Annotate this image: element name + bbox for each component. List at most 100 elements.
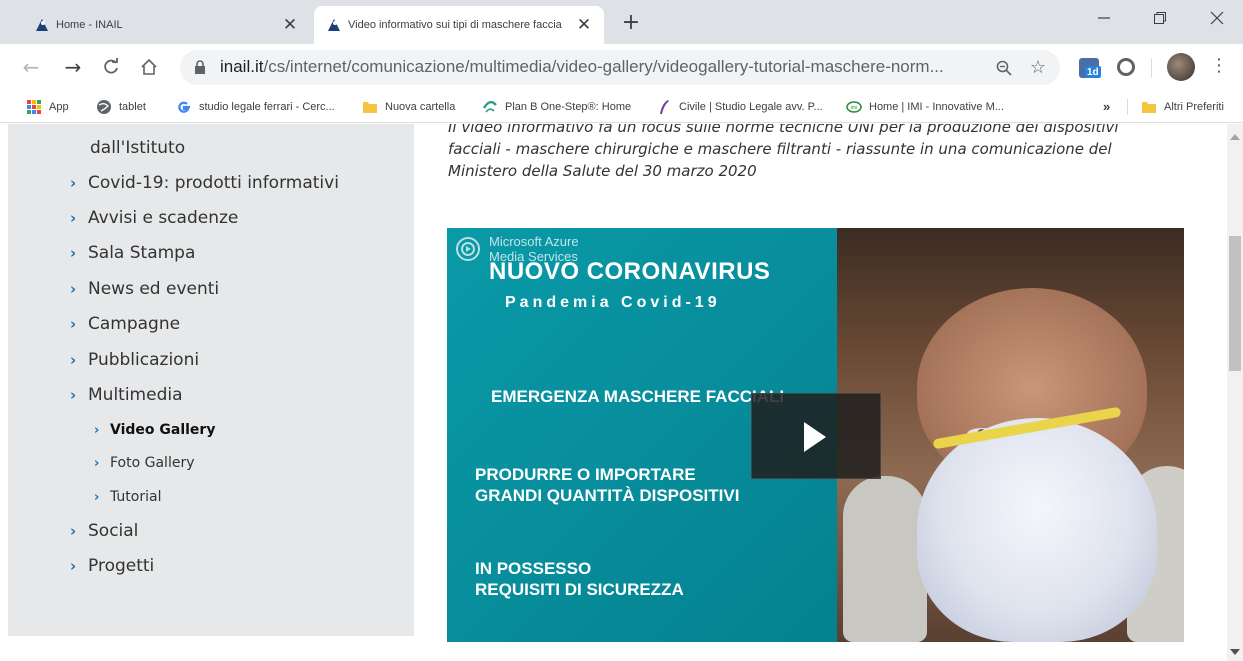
home-button[interactable] (136, 54, 162, 80)
maximize-button[interactable] (1148, 10, 1172, 32)
chevron-right-icon: › (94, 489, 100, 505)
inail-favicon-icon (328, 19, 340, 31)
bookmark-imi[interactable]: imi Home | IMI - Innovative M... (846, 99, 1004, 115)
sidebar-item-social[interactable]: › Social (70, 521, 138, 541)
video-line-produrre-a: PRODURRE O IMPORTARE (475, 465, 696, 484)
bookmark-label: Altri Preferiti (1164, 101, 1224, 113)
sidebar-item-label: Social (88, 521, 139, 541)
sidebar-item-label: Video Gallery (110, 422, 216, 438)
sidebar-subitem-foto-gallery[interactable]: › Foto Gallery (94, 455, 195, 471)
video-line-produrre-b: GRANDI QUANTITÀ DISPOSITIVI (475, 486, 740, 505)
extension-circle-icon[interactable] (1117, 58, 1135, 76)
tab-video-informativo[interactable]: Video informativo sui tipi di maschere f… (314, 6, 604, 44)
sidebar-subitem-tutorial[interactable]: › Tutorial (94, 489, 161, 505)
quill-icon (660, 100, 669, 114)
reload-icon (104, 58, 118, 74)
bookmark-tablet[interactable]: tablet (96, 99, 146, 115)
glove-left (843, 476, 927, 642)
google-icon (178, 101, 190, 113)
tab-strip: Home - INAIL ✕ Video informativo sui tip… (0, 0, 1243, 44)
forward-button[interactable]: → (60, 54, 86, 80)
sidebar-item-label: Covid-19: prodotti informativi (88, 173, 339, 193)
restore-icon (1154, 12, 1166, 24)
minimize-button[interactable] (1092, 10, 1116, 32)
bookmark-app[interactable]: App (26, 99, 69, 115)
address-bar[interactable]: inail.it/cs/internet/comunicazione/multi… (180, 50, 1060, 85)
sidebar-item-news[interactable]: › News ed eventi (70, 279, 219, 299)
page-scrollbar[interactable] (1227, 124, 1243, 661)
sidebar-item-label: Avvisi e scadenze (88, 208, 239, 228)
chevron-right-icon: › (70, 351, 77, 369)
sidebar-item-progetti[interactable]: › Progetti (70, 556, 154, 576)
inail-favicon-icon (36, 19, 48, 31)
respirator-mask (917, 418, 1157, 642)
sidebar-item-multimedia[interactable]: › Multimedia (70, 385, 183, 405)
chevron-right-icon: › (70, 209, 77, 227)
bookmark-label: App (49, 101, 69, 113)
folder-icon (363, 102, 377, 113)
lock-icon (195, 60, 205, 74)
close-tab-icon[interactable]: ✕ (574, 15, 594, 35)
video-line-requisiti: IN POSSESSO REQUISITI DI SICUREZZA (475, 558, 684, 600)
bookmark-star-icon[interactable]: ☆ (1026, 56, 1050, 80)
bookmark-studio-legale-ferrari[interactable]: studio legale ferrari - Cerc... (176, 99, 335, 115)
sidebar-item-label: Campagne (88, 314, 181, 334)
sidebar-item-label: Multimedia (88, 385, 183, 405)
sidebar-item-pubblicazioni[interactable]: › Pubblicazioni (70, 350, 199, 370)
sidebar-item-sala-stampa[interactable]: › Sala Stampa (70, 243, 195, 263)
sidebar-item-partial[interactable]: dall'Istituto (90, 138, 185, 158)
url-path: /cs/internet/comunicazione/multimedia/vi… (263, 57, 944, 76)
video-line-requisiti-a: IN POSSESSO (475, 559, 592, 578)
zoom-icon[interactable] (992, 56, 1016, 80)
globe-icon (97, 100, 111, 114)
tab-home-inail[interactable]: Home - INAIL ✕ (22, 6, 310, 44)
profile-avatar[interactable] (1167, 53, 1195, 81)
sidebar-item-covid19[interactable]: › Covid-19: prodotti informativi (70, 173, 339, 193)
chrome-menu-button[interactable]: ⋮ (1210, 56, 1228, 78)
bookmarks-bar: App tablet studio legale ferrari - Cerc.… (0, 91, 1243, 123)
bookmark-altri-preferiti[interactable]: Altri Preferiti (1141, 99, 1224, 115)
video-player[interactable]: Microsoft Azure Media Services NUOVO COR… (447, 228, 1184, 642)
sidebar-item-label: News ed eventi (88, 279, 220, 299)
sidebar-item-avvisi[interactable]: › Avvisi e scadenze (70, 208, 238, 228)
page-viewport: dall'Istituto › Covid-19: prodotti infor… (0, 124, 1227, 661)
sidebar-nav: dall'Istituto › Covid-19: prodotti infor… (8, 124, 414, 636)
close-window-button[interactable] (1205, 10, 1229, 32)
chevron-right-icon: › (70, 386, 77, 404)
bookmark-label: tablet (119, 101, 146, 113)
chevron-right-icon: › (70, 522, 77, 540)
chevron-right-icon: › (94, 455, 100, 471)
scroll-up-arrow-icon[interactable] (1230, 134, 1240, 140)
video-subtitle: Pandemia Covid-19 (505, 294, 721, 311)
video-description: Il video informativo fa un focus sulle n… (448, 124, 1119, 180)
close-tab-icon[interactable]: ✕ (280, 15, 300, 35)
bookmark-nuova-cartella[interactable]: Nuova cartella (362, 99, 455, 115)
close-icon (1210, 11, 1224, 25)
sidebar-item-campagne[interactable]: › Campagne (70, 314, 180, 334)
bookmark-plan-b[interactable]: Plan B One-Step®: Home (482, 99, 631, 115)
apps-grid-icon (27, 100, 41, 114)
play-button[interactable] (751, 393, 881, 479)
imi-icon: imi (846, 101, 862, 113)
svg-text:imi: imi (851, 105, 857, 111)
reload-button[interactable] (98, 54, 124, 80)
chevron-right-icon: › (70, 244, 77, 262)
url-text: inail.it/cs/internet/comunicazione/multi… (220, 57, 944, 77)
video-line-emergenza: EMERGENZA MASCHERE FACCIALI (491, 387, 785, 406)
scroll-down-arrow-icon[interactable] (1230, 649, 1240, 655)
sidebar-subitem-video-gallery[interactable]: › Video Gallery (94, 422, 215, 438)
chevron-right-icon: › (94, 422, 100, 438)
extension-calendar-icon[interactable]: 1d (1077, 54, 1103, 80)
sidebar-item-label: Progetti (88, 556, 155, 576)
scrollbar-thumb[interactable] (1229, 236, 1241, 371)
sidebar-item-label: Foto Gallery (110, 455, 195, 471)
sidebar-item-label: Tutorial (110, 489, 162, 505)
video-title: NUOVO CORONAVIRUS (489, 258, 771, 285)
chevron-right-icon: › (70, 557, 77, 575)
bookmark-civile-studio-legale[interactable]: Civile | Studio Legale avv. P... (656, 99, 823, 115)
azure-line1: Microsoft Azure (489, 234, 579, 249)
back-button[interactable]: ← (18, 54, 44, 80)
new-tab-button[interactable]: + (620, 12, 642, 34)
bookmarks-overflow-button[interactable]: » (1103, 99, 1110, 114)
sidebar-item-label: dall'Istituto (90, 138, 186, 158)
